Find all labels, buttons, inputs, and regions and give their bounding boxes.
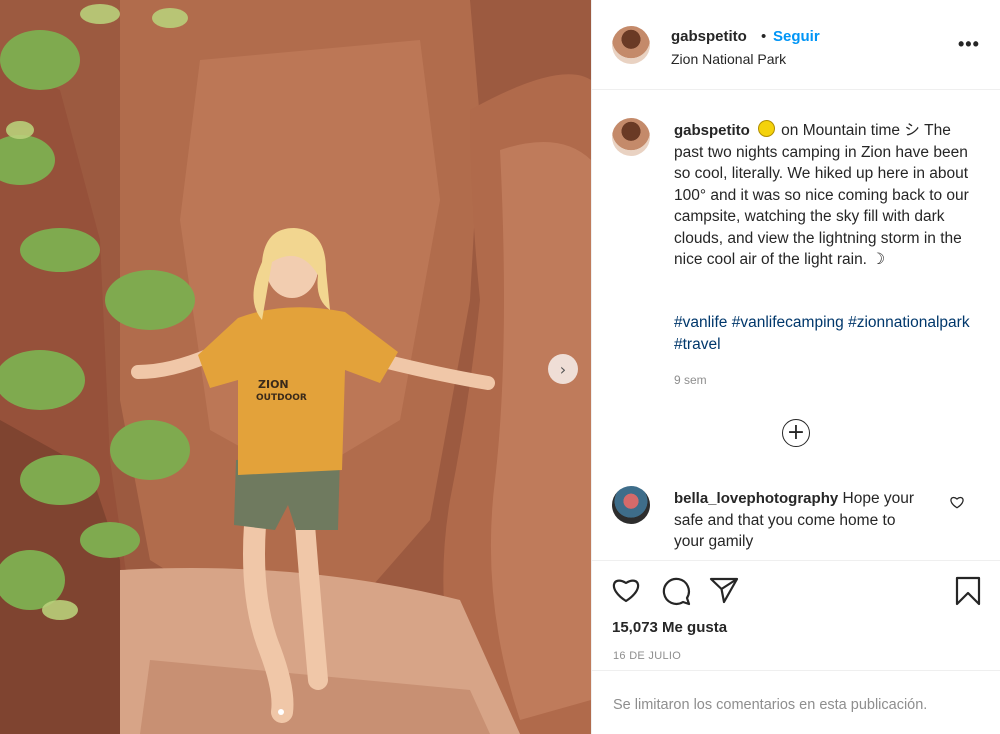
- caption-text: on Mountain time シ The past two nights c…: [674, 122, 969, 268]
- comment-body: bella_lovephotography Hope your safe and…: [674, 488, 924, 553]
- lemon-emoji-icon: [758, 120, 776, 137]
- next-image-button[interactable]: ›: [548, 354, 578, 384]
- hashtag-link[interactable]: #vanlifecamping: [732, 314, 844, 331]
- hashtag-link[interactable]: #travel: [674, 336, 721, 353]
- svg-text:OUTDOOR: OUTDOOR: [256, 393, 307, 403]
- author-avatar[interactable]: [612, 26, 650, 64]
- post-photo[interactable]: ZION OUTDOOR ›: [0, 0, 591, 734]
- comments-limited-notice: Se limitaron los comentarios en esta pub…: [613, 697, 928, 713]
- post-date[interactable]: 16 DE JULIO: [613, 650, 681, 662]
- follow-button[interactable]: Seguir: [773, 28, 820, 45]
- post-caption: gabspetito on Mountain time シ The past t…: [674, 120, 974, 271]
- post-header: gabspetito • Seguir Zion National Park •…: [592, 0, 1000, 90]
- commenter-username[interactable]: bella_lovephotography: [674, 490, 838, 507]
- bookmark-icon[interactable]: [954, 576, 982, 606]
- comment-icon[interactable]: [661, 576, 691, 606]
- commenter-avatar[interactable]: [612, 486, 650, 524]
- svg-text:ZION: ZION: [258, 378, 289, 391]
- comment-footer: Se limitaron los comentarios en esta pub…: [592, 670, 1000, 734]
- post-side-panel: gabspetito • Seguir Zion National Park •…: [591, 0, 1000, 734]
- likes-count[interactable]: 15,073 Me gusta: [612, 619, 727, 636]
- caption-time-ago[interactable]: 9 sem: [674, 373, 707, 387]
- comment-like-heart-icon[interactable]: [950, 496, 964, 509]
- photo-scene: ZION OUTDOOR: [0, 0, 591, 734]
- paper-plane-icon[interactable]: [709, 576, 739, 604]
- load-more-comments-icon[interactable]: +: [782, 419, 810, 447]
- caption-username[interactable]: gabspetito: [674, 122, 750, 139]
- post-location[interactable]: Zion National Park: [671, 51, 786, 67]
- carousel-dot: [278, 709, 284, 715]
- more-horizontal-icon[interactable]: •••: [958, 34, 980, 55]
- hashtag-link[interactable]: #zionnationalpark: [848, 314, 970, 331]
- heart-icon[interactable]: [611, 576, 641, 604]
- hashtags: #vanlife #vanlifecamping #zionnationalpa…: [674, 312, 974, 355]
- author-username[interactable]: gabspetito: [671, 28, 747, 45]
- caption-author-avatar[interactable]: [612, 118, 650, 156]
- post-actions: 15,073 Me gusta 16 DE JULIO: [592, 560, 1000, 670]
- header-separator: •: [761, 28, 767, 45]
- hashtag-link[interactable]: #vanlife: [674, 314, 727, 331]
